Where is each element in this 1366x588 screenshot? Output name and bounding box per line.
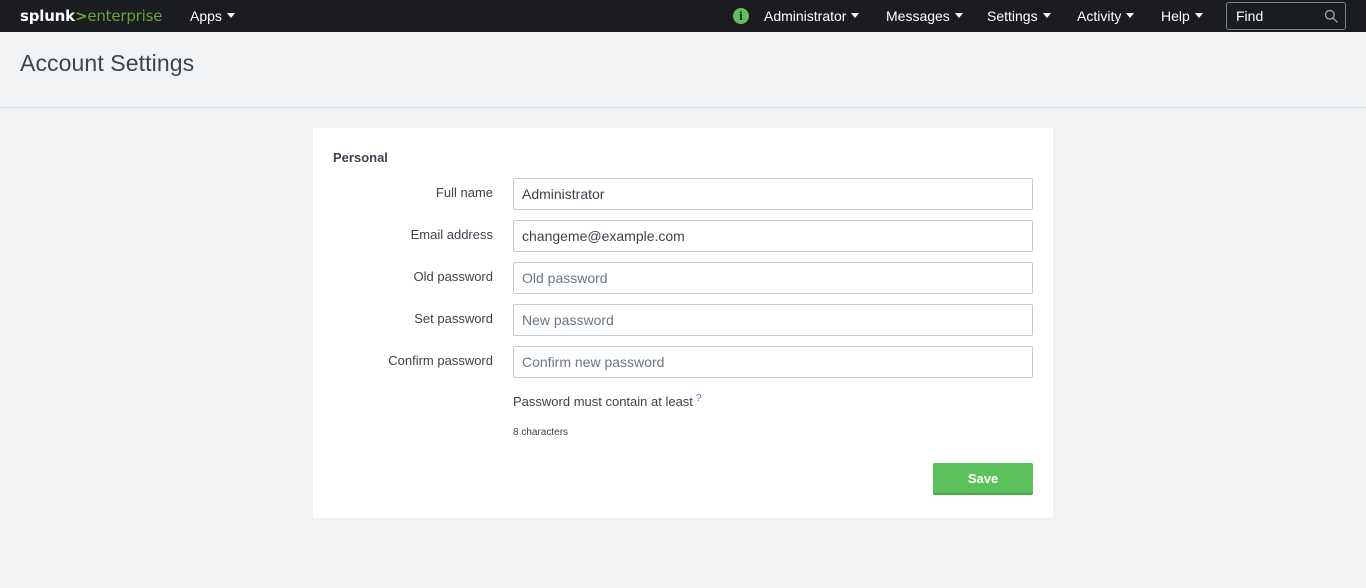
- password-help-label: Password must contain at least: [513, 394, 693, 409]
- settings-menu[interactable]: Settings: [987, 0, 1051, 32]
- activity-menu-label: Activity: [1077, 8, 1122, 24]
- page-title: Account Settings: [20, 50, 195, 76]
- full-name-label: Full name: [435, 185, 493, 200]
- splunk-logo[interactable]: splunk>enterprise: [20, 6, 162, 26]
- section-title-personal: Personal: [333, 150, 388, 165]
- page-header: Account Settings: [0, 32, 1366, 108]
- password-help-text: Password must contain at least?: [513, 393, 702, 409]
- logo-product: enterprise: [87, 7, 163, 25]
- email-address-label: Email address: [410, 227, 493, 242]
- messages-menu-label: Messages: [886, 8, 950, 24]
- apps-menu-label: Apps: [190, 8, 222, 24]
- caret-down-icon: [226, 12, 235, 18]
- password-rule: 8 characters: [513, 427, 569, 438]
- help-menu[interactable]: Help: [1161, 0, 1203, 32]
- caret-down-icon: [1126, 12, 1135, 18]
- confirm-password-field[interactable]: [513, 346, 1033, 378]
- logo-separator: >: [74, 7, 88, 25]
- old-password-field[interactable]: [513, 262, 1033, 294]
- set-password-label: Set password: [414, 311, 493, 326]
- old-password-label: Old password: [413, 269, 493, 284]
- new-password-field[interactable]: [513, 304, 1033, 336]
- caret-down-icon: [1042, 12, 1051, 18]
- caret-down-icon: [1194, 12, 1203, 18]
- logo-brand: splunk: [20, 7, 75, 25]
- caret-down-icon: [954, 12, 963, 18]
- help-menu-label: Help: [1161, 8, 1190, 24]
- apps-menu[interactable]: Apps: [190, 0, 235, 32]
- find-input[interactable]: [1236, 8, 1324, 24]
- user-menu-label: Administrator: [764, 8, 847, 24]
- email-field[interactable]: [513, 220, 1033, 252]
- info-icon[interactable]: i: [733, 8, 749, 24]
- help-question-link[interactable]: ?: [696, 393, 702, 404]
- full-name-field[interactable]: [513, 178, 1033, 210]
- messages-menu[interactable]: Messages: [886, 0, 963, 32]
- find-search-box[interactable]: [1226, 2, 1346, 30]
- caret-down-icon: [851, 12, 860, 18]
- settings-menu-label: Settings: [987, 8, 1038, 24]
- user-menu[interactable]: Administrator: [764, 0, 860, 32]
- account-settings-form: Personal Full name Email address Old pas…: [313, 128, 1053, 518]
- save-button[interactable]: Save: [933, 463, 1033, 495]
- activity-menu[interactable]: Activity: [1077, 0, 1135, 32]
- confirm-password-label: Confirm password: [388, 353, 493, 368]
- top-nav-bar: splunk>enterprise Apps i Administrator M…: [0, 0, 1366, 32]
- search-icon[interactable]: [1324, 9, 1338, 23]
- info-icon-glyph: i: [738, 9, 744, 23]
